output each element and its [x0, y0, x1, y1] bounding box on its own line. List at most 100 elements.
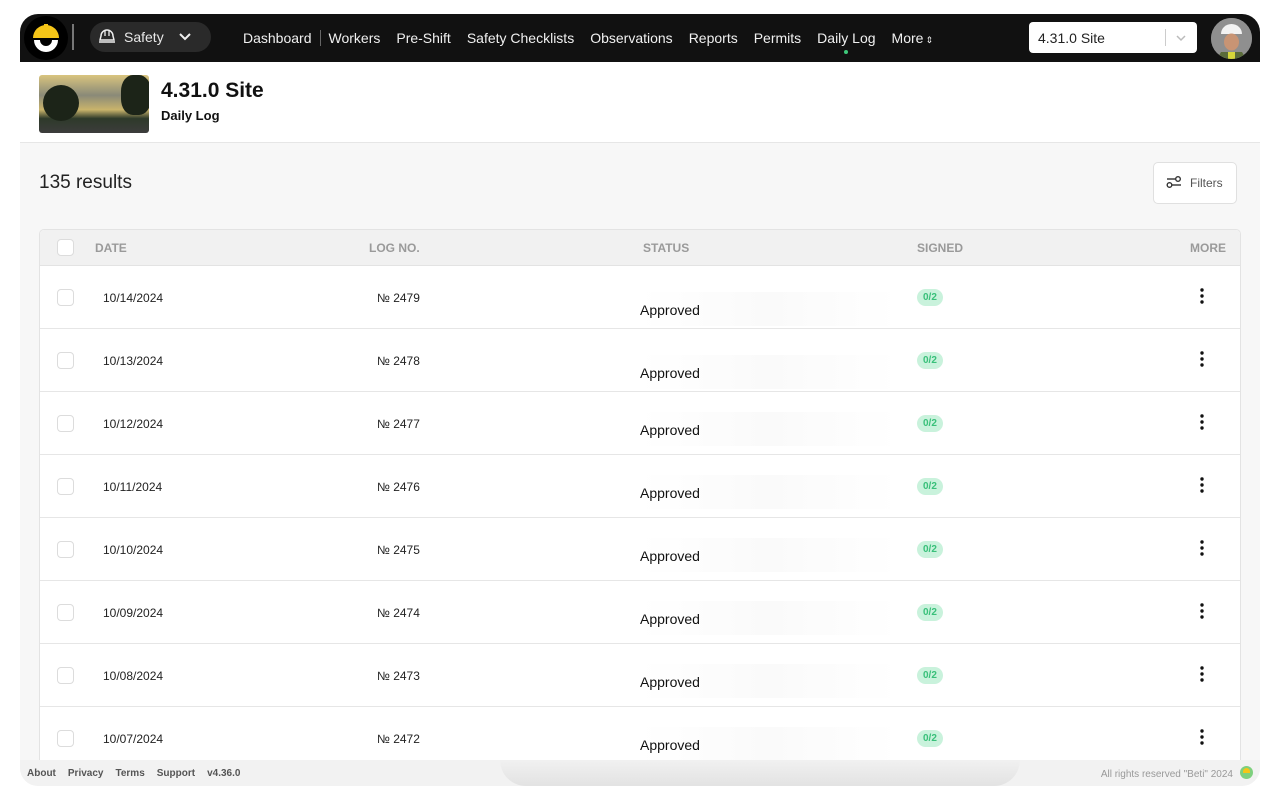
filters-button[interactable]: Filters — [1153, 162, 1237, 204]
top-navbar: Safety Dashboard Workers Pre-Shift Safet… — [20, 14, 1260, 62]
nav-observations[interactable]: Observations — [582, 30, 680, 46]
table-row[interactable]: 10/09/2024 № 2474 Approved 0/2 — [40, 581, 1240, 644]
more-vertical-icon[interactable] — [1192, 351, 1212, 371]
row-status: Approved — [640, 727, 898, 761]
more-vertical-icon[interactable] — [1192, 666, 1212, 686]
row-checkbox[interactable] — [57, 541, 74, 558]
site-select-value: 4.31.0 Site — [1038, 29, 1105, 46]
row-date: 10/12/2024 — [103, 417, 164, 431]
footer-links: About Privacy Terms Support v4.36.0 — [27, 768, 240, 779]
row-log-no: № 2477 — [377, 417, 420, 431]
main-nav: Dashboard Workers Pre-Shift Safety Check… — [242, 14, 941, 62]
more-vertical-icon[interactable] — [1192, 288, 1212, 308]
column-header-signed[interactable]: SIGNED — [917, 241, 963, 255]
footer-link-about[interactable]: About — [27, 768, 56, 779]
row-checkbox[interactable] — [57, 604, 74, 621]
site-select[interactable]: 4.31.0 Site — [1029, 22, 1197, 53]
site-thumbnail — [39, 75, 149, 133]
user-avatar[interactable] — [1211, 18, 1252, 59]
nav-more[interactable]: More ⇕ — [884, 30, 941, 46]
table-row[interactable]: 10/08/2024 № 2473 Approved 0/2 — [40, 644, 1240, 707]
logo-divider — [72, 24, 74, 50]
row-status: Approved — [640, 475, 898, 509]
table-row[interactable]: 10/11/2024 № 2476 Approved 0/2 — [40, 455, 1240, 518]
row-checkbox[interactable] — [57, 415, 74, 432]
nav-dashboard[interactable]: Dashboard — [242, 30, 321, 46]
module-label: Safety — [124, 29, 164, 45]
row-checkbox[interactable] — [57, 730, 74, 747]
page-title: 4.31.0 Site — [161, 79, 264, 102]
row-status: Approved — [640, 601, 898, 635]
hardhat-icon — [98, 28, 116, 47]
table-row[interactable]: 10/12/2024 № 2477 Approved 0/2 — [40, 392, 1240, 455]
nav-pre-shift[interactable]: Pre-Shift — [388, 30, 458, 46]
table-body: 10/14/2024 № 2479 Approved 0/2 10/13/2024 № 2… — [40, 266, 1240, 770]
row-checkbox[interactable] — [57, 352, 74, 369]
copyright-text: All rights reserved "Beti" 2024 — [1100, 769, 1233, 780]
more-vertical-icon[interactable] — [1192, 477, 1212, 497]
signed-badge: 0/2 — [917, 730, 943, 747]
row-checkbox[interactable] — [57, 667, 74, 684]
table-row[interactable]: 10/13/2024 № 2478 Approved 0/2 — [40, 329, 1240, 392]
footer-shadow — [500, 760, 1020, 786]
more-vertical-icon[interactable] — [1192, 540, 1212, 560]
table-row[interactable]: 10/14/2024 № 2479 Approved 0/2 — [40, 266, 1240, 329]
row-log-no: № 2476 — [377, 480, 420, 494]
row-status: Approved — [640, 292, 898, 326]
module-switcher[interactable]: Safety — [90, 22, 211, 52]
app-window: Safety Dashboard Workers Pre-Shift Safet… — [20, 14, 1260, 786]
column-header-more: MORE — [1190, 241, 1226, 255]
more-vertical-icon[interactable] — [1192, 603, 1212, 623]
chevron-down-icon — [178, 29, 192, 45]
signed-badge: 0/2 — [917, 667, 943, 684]
row-date: 10/10/2024 — [103, 543, 164, 557]
row-date: 10/14/2024 — [103, 291, 164, 305]
footer-link-terms[interactable]: Terms — [115, 768, 144, 779]
table-header: DATE LOG NO. STATUS SIGNED MORE — [40, 230, 1240, 266]
signed-badge: 0/2 — [917, 352, 943, 369]
row-log-no: № 2479 — [377, 291, 420, 305]
row-status: Approved — [640, 412, 898, 446]
daily-log-table: DATE LOG NO. STATUS SIGNED MORE 10/14/20… — [39, 229, 1241, 786]
nav-more-label: More — [891, 30, 924, 46]
column-header-date[interactable]: DATE — [95, 241, 127, 255]
active-indicator-dot — [844, 50, 849, 54]
row-status: Approved — [640, 538, 898, 572]
select-divider — [1165, 29, 1166, 46]
row-date: 10/13/2024 — [103, 354, 164, 368]
select-all-checkbox[interactable] — [57, 239, 74, 256]
page-header: 4.31.0 Site Daily Log — [20, 62, 1260, 143]
nav-permits[interactable]: Permits — [746, 30, 809, 46]
signed-badge: 0/2 — [917, 604, 943, 621]
more-vertical-icon[interactable] — [1192, 729, 1212, 749]
more-vertical-icon[interactable] — [1192, 414, 1212, 434]
row-date: 10/09/2024 — [103, 606, 164, 620]
footer-link-privacy[interactable]: Privacy — [68, 768, 104, 779]
row-status: Approved — [640, 355, 898, 389]
row-log-no: № 2478 — [377, 354, 420, 368]
signed-badge: 0/2 — [917, 415, 943, 432]
hardhat-logo-icon[interactable] — [24, 16, 68, 60]
table-row[interactable]: 10/10/2024 № 2475 Approved 0/2 — [40, 518, 1240, 581]
nav-daily-log[interactable]: Daily Log — [809, 30, 883, 54]
signed-badge: 0/2 — [917, 289, 943, 306]
row-date: 10/11/2024 — [103, 480, 163, 494]
hardhat-logo-icon — [1240, 766, 1253, 779]
row-date: 10/08/2024 — [103, 669, 164, 683]
row-checkbox[interactable] — [57, 289, 74, 306]
row-log-no: № 2473 — [377, 669, 420, 683]
nav-workers[interactable]: Workers — [321, 30, 389, 46]
row-checkbox[interactable] — [57, 478, 74, 495]
nav-reports[interactable]: Reports — [681, 30, 746, 46]
column-header-status[interactable]: STATUS — [643, 241, 689, 255]
page-subtitle: Daily Log — [161, 108, 220, 123]
nav-safety-checklists[interactable]: Safety Checklists — [459, 30, 582, 46]
app-version: v4.36.0 — [207, 768, 241, 779]
row-status: Approved — [640, 664, 898, 698]
footer-link-support[interactable]: Support — [157, 768, 195, 779]
column-header-log-no[interactable]: LOG NO. — [369, 241, 420, 255]
row-log-no: № 2475 — [377, 543, 420, 557]
row-log-no: № 2474 — [377, 606, 420, 620]
results-count: 135 results — [39, 172, 132, 193]
footer: About Privacy Terms Support v4.36.0 All … — [20, 760, 1260, 786]
